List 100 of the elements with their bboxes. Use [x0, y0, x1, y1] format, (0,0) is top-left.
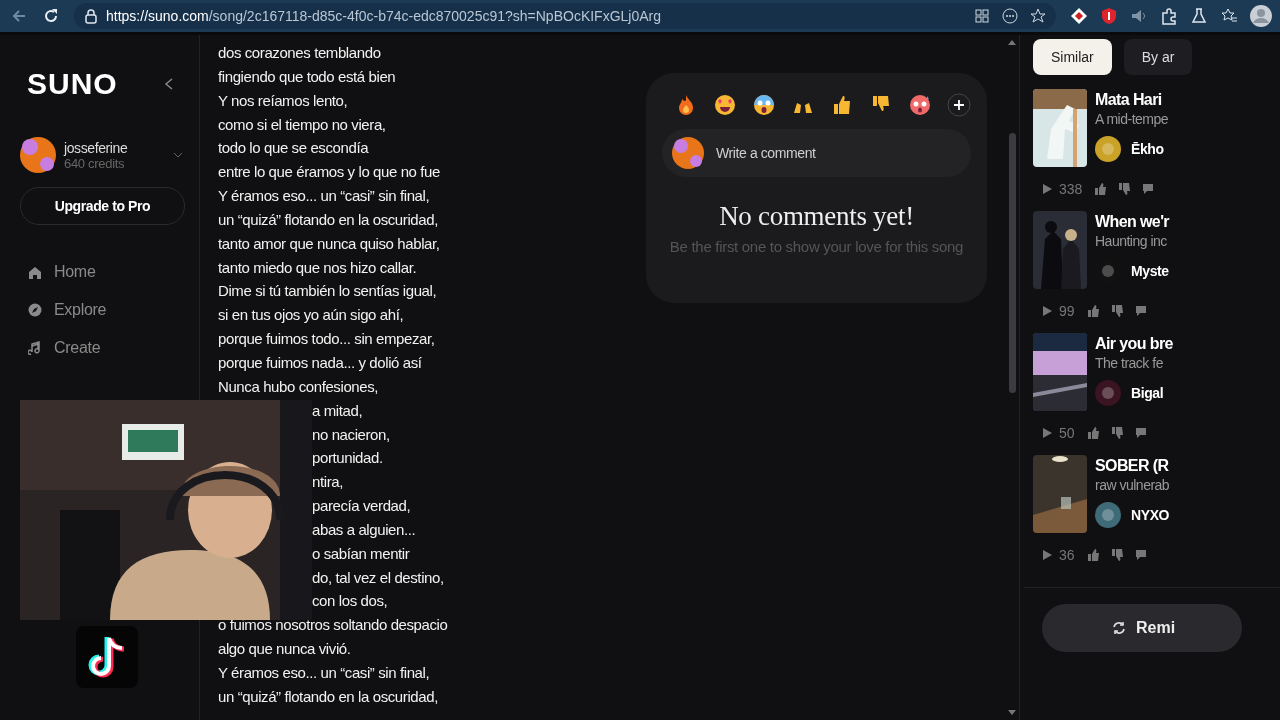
favorites-icon[interactable]: [1220, 7, 1238, 25]
nav-item[interactable]: Home: [20, 253, 183, 291]
collapse-icon[interactable]: [163, 77, 175, 91]
play-count: 50: [1059, 425, 1075, 441]
remix-icon: [1112, 621, 1126, 635]
play-count: 36: [1059, 547, 1075, 563]
lyric-line: si en tus ojos yo aún sigo ahí,: [218, 305, 405, 326]
lyric-line: o fuimos nosotros soltando despacio: [218, 615, 449, 636]
speaker-icon[interactable]: [1130, 7, 1148, 25]
play-count: 99: [1059, 303, 1075, 319]
lyric-line: tanto amor que nunca quiso hablar,: [218, 233, 441, 254]
music-note-icon: [28, 341, 42, 355]
play-icon[interactable]: [1041, 183, 1053, 195]
thumbs-up-icon[interactable]: [1086, 549, 1099, 561]
credits-text: 640 credits: [64, 155, 125, 171]
thumbs-up-icon[interactable]: [1086, 427, 1099, 439]
lyric-line: no nacieron,: [311, 424, 391, 445]
lyric-line: entre lo que éramos y lo que no fue: [218, 162, 441, 183]
thumbs-down-icon[interactable]: [1110, 305, 1123, 317]
lyric-line: Y éramos eso... un “casi” sin final,: [218, 186, 431, 207]
address-bar[interactable]: https://suno.com/song/2c167118-d85c-4f0c-b74c-edc870025c91?sh=NpBOcKIFxGLj0Arg: [74, 3, 1056, 29]
heart-eyes-emoji-icon[interactable]: [713, 93, 737, 117]
empty-text: Be the first one to show your love for this song: [669, 238, 964, 255]
song-title[interactable]: SOBER (R: [1095, 457, 1170, 475]
lyric-line: tanto miedo que nos hizo callar.: [218, 257, 418, 278]
artist-name[interactable]: Bigal: [1131, 385, 1164, 401]
play-icon[interactable]: [1041, 549, 1053, 561]
song-description: The track fe: [1095, 355, 1164, 371]
hot-face-emoji-icon[interactable]: [908, 93, 932, 117]
thumbs-up-icon[interactable]: [1094, 183, 1107, 195]
scrollbar-thumb[interactable]: [1008, 132, 1016, 393]
lyric-line: porque fuimos todo... sin empezar,: [218, 329, 436, 350]
artist-name[interactable]: NYXO: [1131, 507, 1170, 523]
comment-icon[interactable]: [1134, 427, 1147, 439]
comment-input[interactable]: Write a comment: [714, 144, 961, 162]
artist-name[interactable]: Myste: [1131, 263, 1169, 279]
comment-icon[interactable]: [1134, 549, 1147, 561]
star-icon[interactable]: [1030, 8, 1046, 24]
lyric-line: abas a alguien...: [311, 519, 417, 540]
song-description: raw vulnerab: [1095, 477, 1170, 493]
play-count: 338: [1059, 181, 1083, 197]
lyric-line: Y nos reíamos lento,: [218, 90, 349, 111]
remix-button[interactable]: Remi: [1042, 604, 1242, 652]
scroll-down-icon[interactable]: [1008, 710, 1016, 716]
lyric-line: un “quizá” flotando en la oscuridad,: [218, 686, 439, 707]
scared-emoji-icon[interactable]: [752, 93, 776, 117]
comment-icon[interactable]: [1134, 305, 1147, 317]
lyric-line: Dime si tú también lo sentías igual,: [218, 281, 438, 302]
url-text: https://suno.com/song/2c167118-d85c-4f0c-b74c-edc870025c91?sh=NpBOcKIFxGLj0Arg: [106, 8, 663, 24]
lyric-line: como si el tiempo no viera,: [218, 114, 387, 135]
home-icon: [28, 265, 42, 279]
puzzle-icon[interactable]: [1160, 7, 1178, 25]
username: josseferine: [64, 139, 129, 156]
avatar: [20, 137, 56, 173]
nav-item[interactable]: Create: [20, 329, 183, 367]
lyric-line: dos corazones temblando: [218, 43, 382, 63]
lyric-line: Y éramos eso... un “casi” sin final,: [218, 662, 431, 683]
lyric-line: a mitad,: [311, 400, 364, 421]
play-icon[interactable]: [1041, 305, 1053, 317]
song-description: A mid-tempe: [1095, 111, 1169, 127]
tab[interactable]: By ar: [1123, 39, 1193, 75]
reload-icon[interactable]: [42, 7, 60, 25]
nav-item[interactable]: Explore: [20, 291, 183, 329]
song-title[interactable]: When we'r: [1095, 213, 1169, 231]
play-icon[interactable]: [1041, 427, 1053, 439]
lyric-line: fingiendo que todo está bien: [218, 66, 397, 87]
avatar: [672, 137, 704, 169]
lyric-line: parecía verdad,: [311, 496, 412, 517]
chevron-down-icon: [173, 151, 183, 159]
lyric-line: ntira,: [311, 472, 344, 493]
diamond-icon[interactable]: [1070, 7, 1088, 25]
thumbs-up-icon[interactable]: [1086, 305, 1099, 317]
lyric-line: porque fuimos nada... y dolió así: [218, 352, 423, 373]
lyric-line: portunidad.: [311, 448, 384, 469]
song-title[interactable]: Mata Hari: [1095, 91, 1169, 109]
logo[interactable]: SUNO: [27, 67, 118, 101]
profile-icon[interactable]: [1250, 5, 1272, 27]
lyric-line: algo que nunca vivió.: [218, 639, 352, 660]
artist-name[interactable]: Ēkho: [1131, 141, 1164, 157]
comment-icon[interactable]: [1142, 183, 1155, 195]
more-icon[interactable]: [1002, 8, 1018, 24]
add-reaction-icon[interactable]: [947, 93, 971, 117]
scroll-up-icon[interactable]: [1008, 39, 1016, 45]
empty-title: No comments yet!: [719, 201, 914, 232]
comment-field[interactable]: Write a comment: [662, 129, 971, 177]
lyric-line: con los dos,: [311, 591, 389, 612]
song-description: Haunting inc: [1095, 233, 1168, 249]
thumbs-down-icon[interactable]: [1118, 183, 1131, 195]
lyric-line: un “quizá” flotando en la oscuridad,: [218, 209, 439, 230]
compass-icon: [28, 303, 42, 317]
shield-icon[interactable]: [1100, 7, 1118, 25]
thumbs-down-icon[interactable]: [1110, 427, 1123, 439]
song-title[interactable]: Air you bre: [1095, 335, 1173, 353]
thumbs-down-icon[interactable]: [1110, 549, 1123, 561]
apps-icon[interactable]: [974, 8, 990, 24]
lyric-line: todo lo que se escondía: [218, 138, 370, 159]
user-menu[interactable]: josseferine 640 credits: [20, 137, 183, 173]
flask-icon[interactable]: [1190, 7, 1208, 25]
lock-icon: [84, 8, 98, 24]
tab[interactable]: Similar: [1033, 39, 1112, 75]
